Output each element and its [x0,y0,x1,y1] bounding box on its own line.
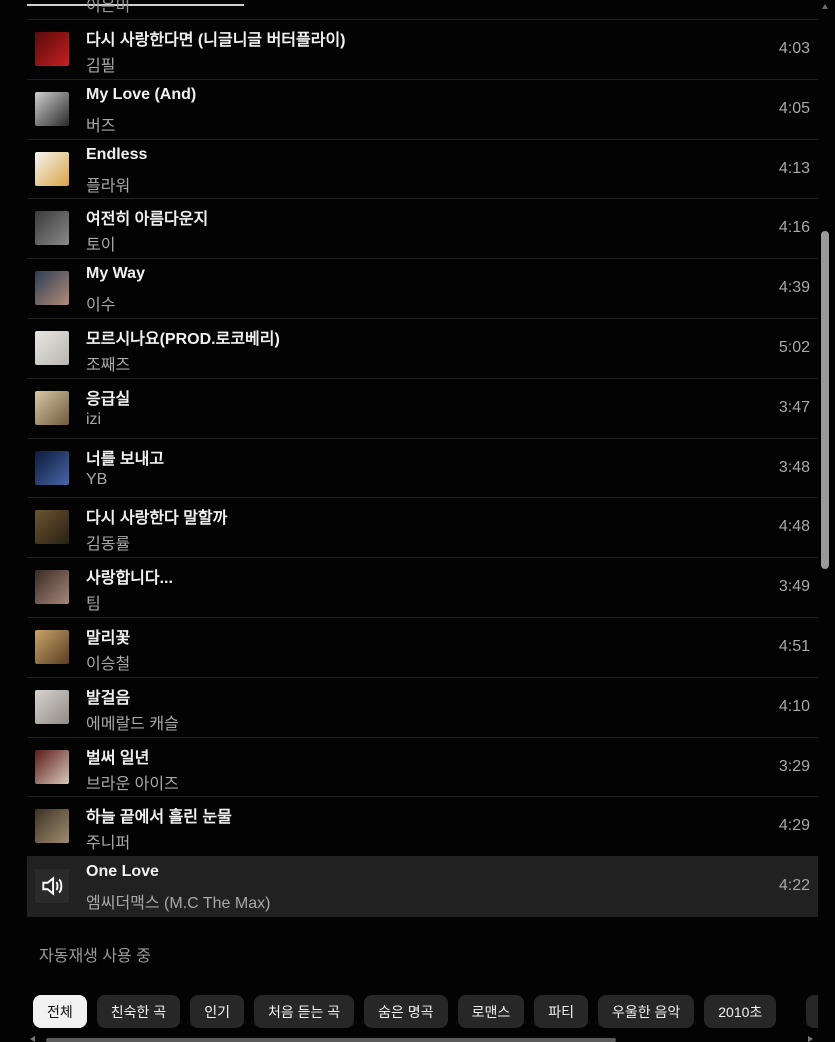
album-art-thumbnail[interactable] [35,330,69,365]
track-duration: 4:51 [778,637,810,655]
track-row[interactable]: 여전히 아름다운지토이 4:16 [27,199,818,260]
album-art-thumbnail[interactable] [35,151,69,186]
track-row[interactable]: My Love (And) 버즈 4:05 [27,80,818,140]
filter-chip[interactable]: 파티 [534,995,588,1028]
track-artist[interactable]: 조째즈 [86,351,130,375]
album-art-thumbnail[interactable] [35,32,69,66]
track-title: 모르시나요(PROD.로코베리) [86,330,280,348]
filter-chip[interactable]: 2010초 [704,995,777,1028]
track-row[interactable]: 벌써 일년브라운 아이즈 3:29 [27,738,818,798]
track-artist[interactable]: 엠씨더맥스 (M.C The Max) [86,889,270,913]
track-title: 여전히 아름다운지 [86,211,209,229]
filter-chip-bar: 전체 친숙한 곡 인기 처음 듣는 곡 숨은 명곡 로맨스 파티 우울한 음악 2010초 [33,995,777,1028]
track-title: 너를 보내고 [86,450,165,468]
track-artist[interactable]: izi [86,411,101,429]
track-title: My Love (And) [86,85,197,103]
track-row[interactable]: 너를 보내고 YB 3:48 [27,439,818,499]
track-duration: 5:02 [778,338,810,356]
track-duration: 4:10 [778,697,810,715]
album-art-thumbnail[interactable] [35,629,69,664]
track-duration: 4:05 [778,99,810,117]
track-title: 말리꽃 [86,629,131,647]
track-row[interactable]: 모르시나요(PROD.로코베리) 조째즈 5:02 [27,319,818,379]
track-title: 다시 사랑한다면 (니글니글 버터플라이) [86,32,346,49]
previous-track-row[interactable]: 이은미 [27,0,818,20]
autoplay-status: 자동재생 사용 중 [39,948,151,965]
filter-chip[interactable]: 전체 [33,995,87,1028]
track-row[interactable]: 하늘 끝에서 흘린 눈물주니퍼 4:29 [27,797,818,858]
previous-track-progress-line [27,4,244,6]
track-row[interactable]: 말리꽃이승철 4:51 [27,618,818,678]
filter-chip[interactable]: 친숙한 곡 [96,995,181,1028]
track-duration: 3:29 [778,757,810,775]
speaker-icon [42,876,63,896]
vertical-scrollbar-thumb[interactable] [821,231,829,569]
track-row[interactable]: My Way 이수 4:39 [27,259,818,319]
scroll-left-arrow-icon[interactable] [30,1036,35,1042]
track-artist[interactable]: 주니퍼 [86,829,130,853]
track-row[interactable]: 다시 사랑한다면 (니글니글 버터플라이) 김필 4:03 [27,20,818,80]
filter-chip[interactable]: 처음 듣는 곡 [253,995,355,1028]
filter-chip[interactable]: 인기 [190,995,244,1028]
track-duration: 3:48 [778,458,810,476]
track-artist[interactable]: YB [86,471,107,489]
track-duration: 3:47 [778,398,810,416]
scroll-right-arrow-icon[interactable] [808,1036,813,1042]
track-artist[interactable]: 팀 [86,590,101,614]
track-artist[interactable]: 이수 [86,291,115,315]
track-thumbnail[interactable] [35,869,69,904]
track-row[interactable]: 발걸음에메랄드 캐슬 4:10 [27,678,818,738]
track-artist[interactable]: 김필 [86,52,115,76]
previous-track-artist: 이은미 [86,0,131,15]
album-art-thumbnail[interactable] [35,450,69,485]
filter-chip[interactable]: 우울한 음악 [597,995,695,1028]
track-row[interactable]: 응급실 izi 3:47 [27,379,818,439]
track-row[interactable]: 다시 사랑한다 말할까김동률 4:48 [27,498,818,559]
track-title: 다시 사랑한다 말할까 [86,510,228,528]
album-art-thumbnail[interactable] [35,510,69,545]
track-artist[interactable]: 버즈 [86,112,115,136]
album-art-thumbnail[interactable] [35,211,69,246]
track-duration: 4:39 [778,279,810,297]
scroll-up-arrow-icon[interactable] [822,4,828,9]
album-art-thumbnail[interactable] [35,809,69,844]
album-art-thumbnail[interactable] [35,271,69,306]
track-duration: 4:22 [778,877,810,895]
track-row[interactable]: Endless 플라워 4:13 [27,140,818,200]
album-art-thumbnail[interactable] [35,749,69,784]
track-title: 사랑합니다... [86,570,173,588]
track-duration: 4:03 [778,40,810,57]
filter-chip[interactable]: 숨은 명곡 [364,995,448,1028]
track-artist[interactable]: 이승철 [86,650,130,674]
track-duration: 3:49 [778,578,810,596]
album-art-thumbnail[interactable] [35,570,69,605]
track-title: 벌써 일년 [86,749,150,767]
track-duration: 4:29 [778,817,810,835]
track-title: Endless [86,145,148,163]
track-title: My Way [86,265,145,283]
track-artist[interactable]: 김동률 [86,530,130,554]
track-duration: 4:13 [778,159,810,177]
track-title: 발걸음 [86,689,131,707]
filter-chip[interactable]: 로맨스 [457,995,525,1028]
track-title: 응급실 [86,390,131,408]
queue-list: 이은미 다시 사랑한다면 (니글니글 버터플라이) 김필 4:03 My Love (… [27,0,818,917]
track-duration: 4:16 [778,219,810,237]
track-row-now-playing[interactable]: One Love 엠씨더맥스 (M.C The Max) 4:22 [27,857,818,917]
track-title: 하늘 끝에서 흘린 눈물 [86,809,232,827]
filter-chip-overflow[interactable] [806,995,818,1028]
album-art-thumbnail[interactable] [35,91,69,126]
track-title: One Love [86,863,159,881]
horizontal-scrollbar-thumb[interactable] [46,1038,616,1042]
track-artist[interactable]: 브라운 아이즈 [86,770,179,794]
track-artist[interactable]: 에메랄드 캐슬 [86,710,179,734]
track-artist[interactable]: 토이 [86,231,115,255]
album-art-thumbnail[interactable] [35,390,69,425]
album-art-thumbnail[interactable] [35,689,69,724]
track-row[interactable]: 사랑합니다... 팀 3:49 [27,558,818,618]
track-duration: 4:48 [778,518,810,536]
track-artist[interactable]: 플라워 [86,172,130,196]
